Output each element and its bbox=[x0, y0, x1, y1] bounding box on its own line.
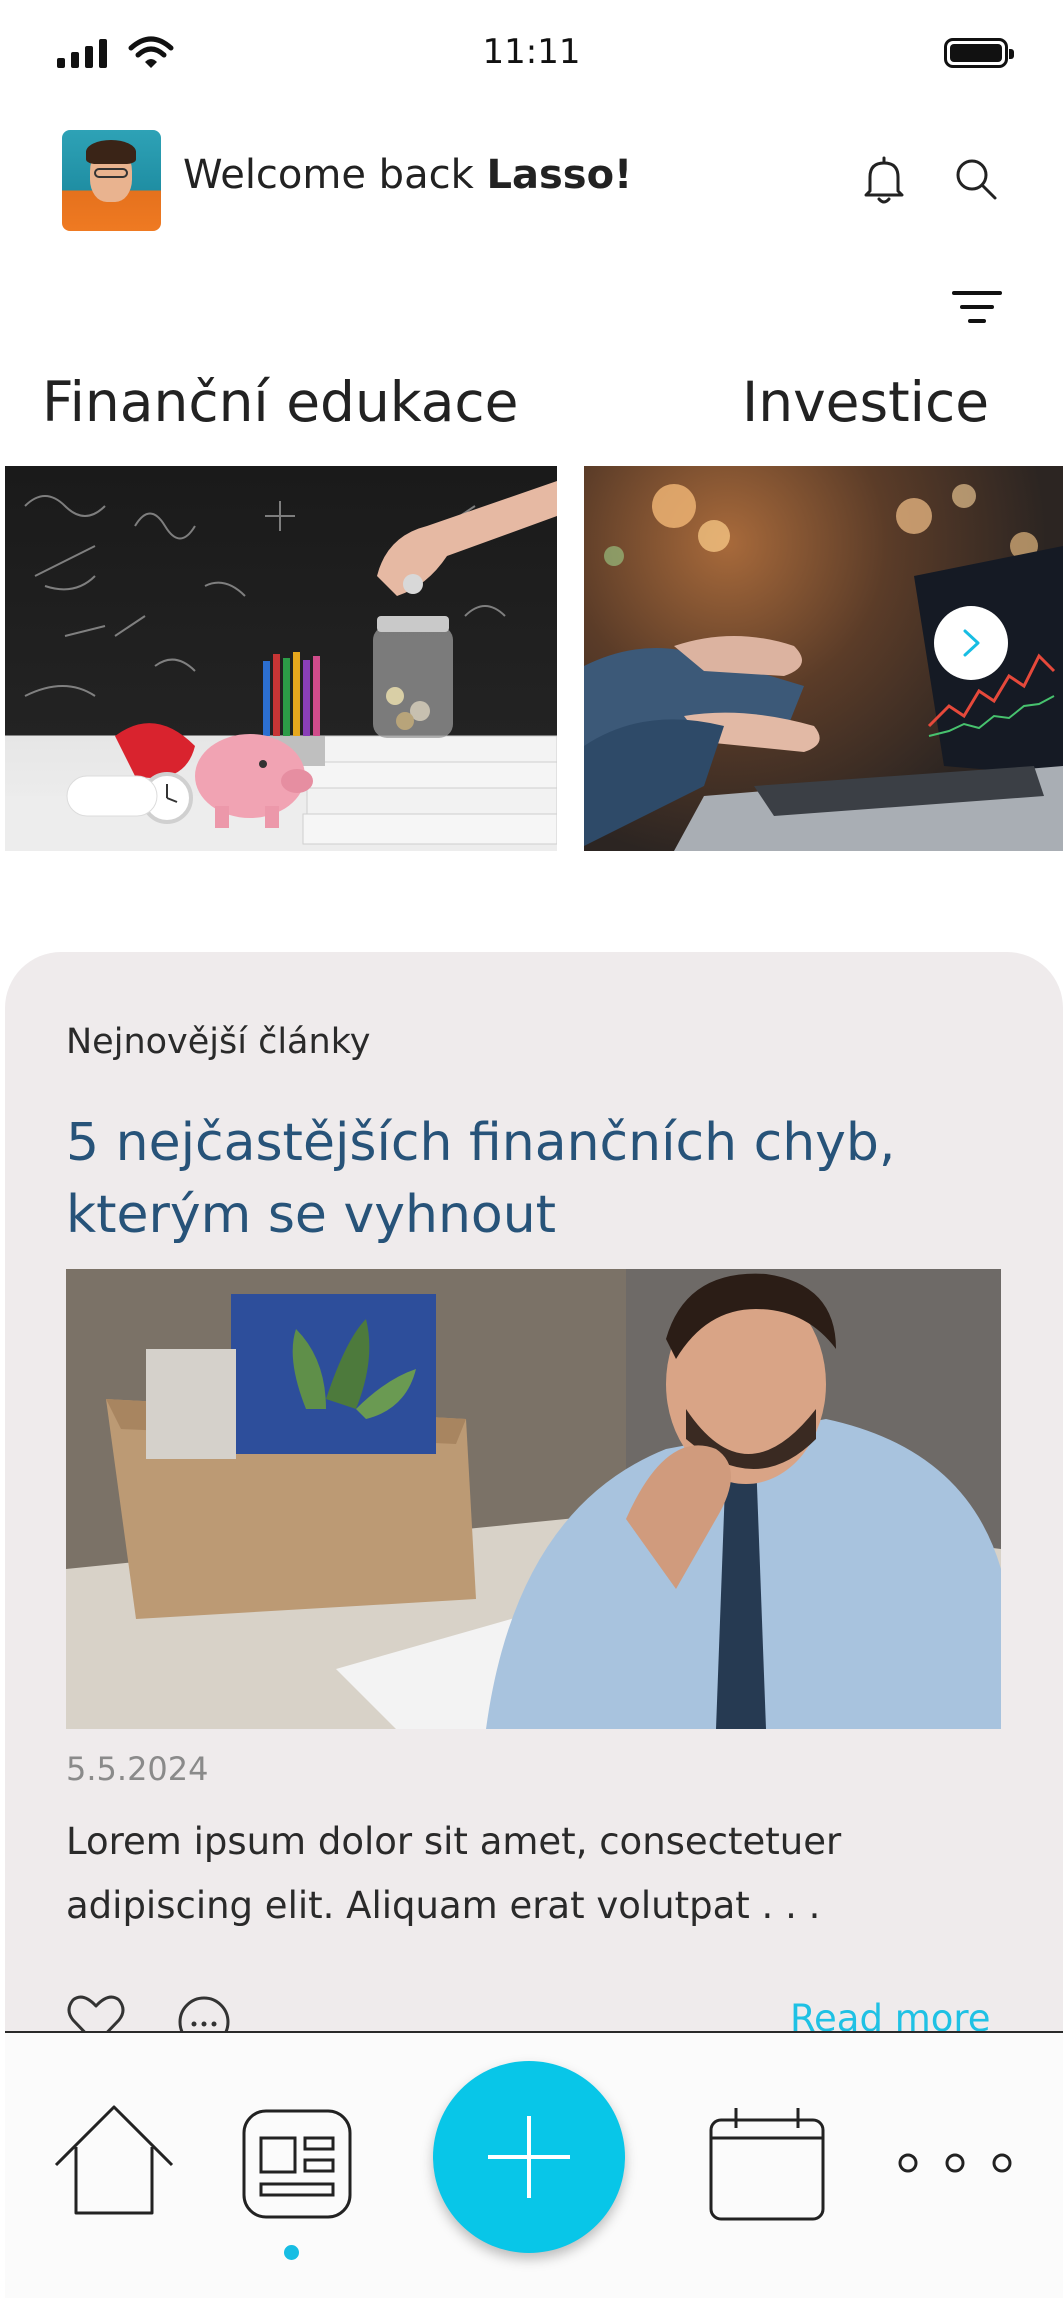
welcome-message: Welcome back Lasso! bbox=[183, 152, 632, 198]
filter-icon bbox=[952, 291, 1002, 323]
nav-calendar-button[interactable] bbox=[708, 2106, 826, 2222]
search-icon bbox=[956, 159, 997, 200]
active-indicator bbox=[284, 2245, 299, 2260]
home-icon bbox=[54, 2105, 174, 2215]
status-bar: 11:11 bbox=[0, 0, 1063, 110]
carousel-next-button[interactable] bbox=[934, 606, 1008, 680]
search-button[interactable] bbox=[952, 155, 1000, 203]
chevron-right-icon bbox=[963, 629, 980, 657]
welcome-prefix: Welcome back bbox=[183, 152, 487, 198]
section-label: Nejnovější články bbox=[66, 1022, 371, 1062]
nav-news-button[interactable] bbox=[241, 2108, 353, 2220]
news-icon bbox=[242, 2109, 352, 2219]
user-name: Lasso! bbox=[486, 152, 633, 198]
latest-articles-card: Nejnovější články 5 nejčastějších finanč… bbox=[5, 952, 1063, 2152]
more-icon bbox=[898, 2153, 1012, 2173]
notifications-button[interactable] bbox=[856, 153, 912, 209]
avatar[interactable] bbox=[62, 130, 161, 231]
nav-home-button[interactable] bbox=[52, 2103, 176, 2217]
category-title-investice[interactable]: Investice bbox=[742, 370, 989, 434]
battery-icon bbox=[944, 38, 1014, 68]
bottom-navigation bbox=[5, 2031, 1063, 2298]
plus-icon bbox=[488, 2116, 570, 2198]
status-time: 11:11 bbox=[482, 32, 581, 72]
article-title[interactable]: 5 nejčastějších finančních chyb, kterým … bbox=[66, 1107, 1006, 1251]
filter-button[interactable] bbox=[950, 285, 1004, 331]
add-button[interactable] bbox=[433, 2061, 625, 2253]
article-date: 5.5.2024 bbox=[66, 1750, 209, 1788]
nav-more-button[interactable] bbox=[890, 2148, 1020, 2178]
bell-icon bbox=[864, 156, 904, 204]
article-excerpt: Lorem ipsum dolor sit amet, consectetuer… bbox=[66, 1820, 842, 1927]
article-image[interactable] bbox=[66, 1269, 1001, 1729]
category-title-financni-edukace[interactable]: Finanční edukace bbox=[42, 370, 518, 434]
calendar-icon bbox=[709, 2108, 825, 2221]
category-image-financni-edukace[interactable] bbox=[5, 466, 557, 851]
